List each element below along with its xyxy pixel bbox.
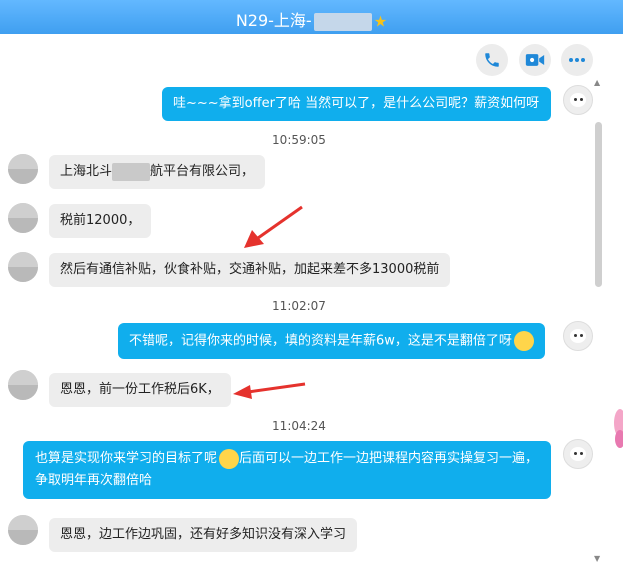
annotation-arrow bbox=[244, 205, 303, 248]
scroll-down-icon[interactable]: ▼ bbox=[594, 554, 600, 563]
annotation-layer bbox=[233, 205, 306, 399]
scrollbar-thumb[interactable] bbox=[595, 122, 602, 287]
annotation-arrow bbox=[233, 382, 306, 399]
sticker-decoration-icon bbox=[614, 409, 623, 448]
scroll-up-icon[interactable]: ▲ bbox=[594, 78, 600, 87]
